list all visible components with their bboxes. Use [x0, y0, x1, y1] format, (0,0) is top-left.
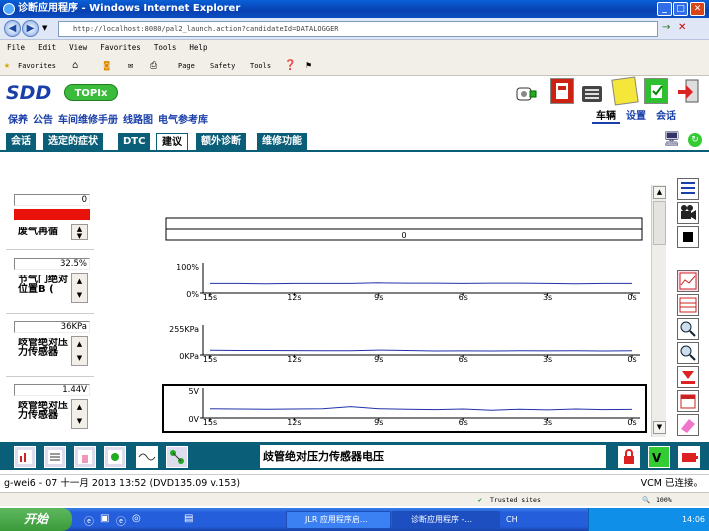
graph-icon[interactable] [677, 270, 699, 292]
check-icon: ✔ [478, 496, 482, 504]
task-jlr-launcher[interactable]: JLR 应用程序启... [286, 511, 391, 529]
x-tick-label: 0s [627, 418, 636, 427]
language-indicator[interactable]: CH [506, 515, 518, 524]
chart-3: 5V 0V 15s 12s 9s 6s 3s 0s [162, 384, 647, 433]
zone-label: Trusted sites [490, 496, 541, 504]
series-line [210, 282, 632, 285]
x-tick-label: 9s [374, 418, 383, 427]
vcm-status: VCM 已连接。 [640, 478, 703, 489]
y-max-label: 100% [176, 263, 199, 272]
ie-quicklaunch-icon[interactable]: ⓔ [84, 513, 94, 528]
x-tick-label: 6s [459, 355, 468, 364]
power-icon[interactable] [678, 446, 700, 468]
series-line [209, 406, 633, 411]
y-max-label: 255KPa [169, 325, 199, 334]
x-tick-label: 9s [374, 293, 383, 302]
session-info: g-wei6 - 07 十一月 2013 13:52 (DVD135.09 v.… [4, 478, 241, 489]
voltage-icon[interactable]: V [648, 446, 670, 468]
y-min-label: 0V [188, 415, 199, 424]
status-line: g-wei6 - 07 十一月 2013 13:52 (DVD135.09 v.… [0, 474, 709, 492]
stop-icon[interactable] [677, 226, 699, 248]
right-toolbar [675, 178, 703, 440]
eraser-icon[interactable] [677, 414, 699, 436]
quicklaunch-icon[interactable]: ◎ [132, 513, 141, 524]
start-button[interactable]: 开始 [0, 508, 72, 531]
series-line [209, 349, 633, 352]
x-tick-label: 12s [287, 293, 301, 302]
network-icon[interactable] [166, 446, 188, 468]
x-tick-label: 0s [627, 355, 636, 364]
zoom-level[interactable]: 100% [656, 493, 672, 507]
zoom-icon[interactable]: 🔍 [642, 493, 650, 507]
chart-1: 100% 0% 15s 12s 9s 6s 3s 0s [176, 263, 640, 302]
x-tick-label: 6s [459, 293, 468, 302]
system-tray: 14:06 [588, 508, 709, 531]
x-tick-label: 0s [627, 293, 636, 302]
svg-text:V: V [652, 451, 662, 465]
media-quicklaunch-icon[interactable]: ⓔ [116, 513, 126, 528]
lock-icon[interactable] [618, 446, 640, 468]
x-tick-label: 15s [203, 418, 217, 427]
gauge-value: 0 [401, 231, 406, 240]
x-tick-label: 3s [543, 418, 552, 427]
ie-status-bar: ✔ Trusted sites 🔍 100% [0, 492, 709, 506]
zoom-out-icon[interactable] [677, 342, 699, 364]
calendar-icon[interactable] [677, 390, 699, 412]
desktop-quicklaunch-icon[interactable]: ▣ [100, 513, 109, 524]
hint-text: 歧管绝对压力传感器电压 [260, 445, 606, 468]
marker-icon[interactable] [677, 366, 699, 388]
settings-icon[interactable] [104, 446, 126, 468]
scroll-down-icon[interactable]: ▼ [653, 421, 666, 434]
x-tick-label: 9s [374, 355, 383, 364]
hand-icon[interactable] [74, 446, 96, 468]
task-diagnostic-app[interactable]: 诊断应用程序 -... [392, 511, 500, 529]
x-tick-label: 6s [459, 418, 468, 427]
scroll-thumb[interactable] [653, 201, 666, 245]
waveform-icon[interactable] [136, 446, 158, 468]
clock: 14:06 [681, 515, 705, 524]
quicklaunch-icon[interactable]: ▤ [184, 513, 193, 524]
table-icon[interactable] [677, 294, 699, 316]
x-tick-label: 15s [203, 293, 217, 302]
y-max-label: 5V [188, 387, 199, 396]
zoom-in-icon[interactable] [677, 318, 699, 340]
vertical-scrollbar[interactable]: ▲ ▼ [651, 185, 666, 437]
y-min-label: 0KPa [179, 352, 199, 361]
x-tick-label: 3s [543, 355, 552, 364]
y-min-label: 0% [186, 290, 199, 299]
list-icon[interactable] [677, 178, 699, 200]
checklist-icon[interactable] [44, 446, 66, 468]
x-tick-label: 3s [543, 293, 552, 302]
report-icon[interactable] [14, 446, 36, 468]
camera-icon[interactable] [677, 202, 699, 224]
chart-2: 255KPa 0KPa 15s 12s 9s 6s 3s 0s [169, 325, 640, 364]
x-tick-label: 12s [287, 418, 301, 427]
x-tick-label: 12s [287, 355, 301, 364]
x-tick-label: 15s [203, 355, 217, 364]
scroll-up-icon[interactable]: ▲ [653, 186, 666, 199]
